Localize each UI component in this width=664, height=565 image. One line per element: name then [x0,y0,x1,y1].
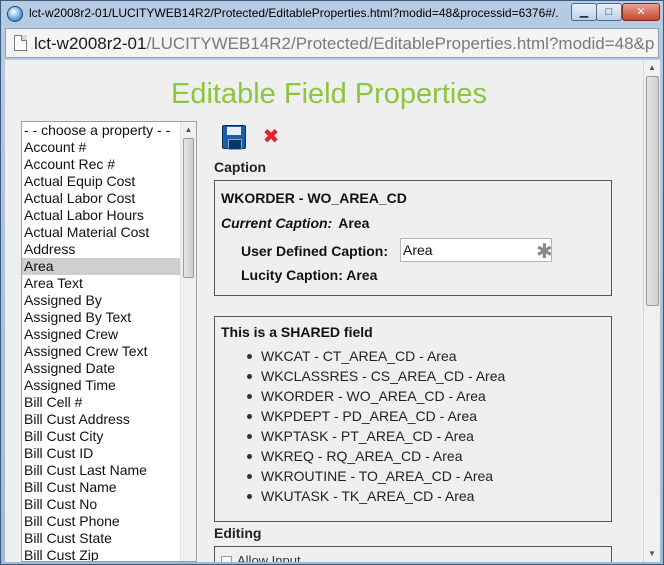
shared-field-text: WKCAT - CT_AREA_CD - Area [261,348,457,364]
field-identifier: WKORDER - WO_AREA_CD [221,190,407,206]
shared-field-item: WKREQ - RQ_AREA_CD - Area [239,446,505,466]
property-option[interactable]: Assigned Crew Text [22,343,180,360]
bullet-icon [247,354,252,359]
property-option[interactable]: Area Text [22,275,180,292]
bullet-icon [247,374,252,379]
property-option[interactable]: Actual Labor Hours [22,207,180,224]
scroll-up-icon[interactable]: ▲ [644,60,660,76]
property-option[interactable]: Bill Cust ID [22,445,180,462]
property-option[interactable]: Bill Cust Zip [22,547,180,561]
bullet-icon [247,494,252,499]
bullet-icon [247,474,252,479]
property-option[interactable]: Assigned By Text [22,309,180,326]
shared-field-item: WKROUTINE - TO_AREA_CD - Area [239,466,505,486]
property-option[interactable]: Bill Cust Phone [22,513,180,530]
url-host: lct-w2008r2-01 [34,34,147,53]
property-option[interactable]: Bill Cust Name [22,479,180,496]
maximize-button[interactable]: □ [596,3,622,21]
property-option[interactable]: Account Rec # [22,156,180,173]
shared-field-panel: This is a SHARED field WKCAT - CT_AREA_C… [214,316,612,522]
property-option[interactable]: - - choose a property - - [22,122,180,139]
caption-section-label: Caption [214,159,267,175]
allow-input-checkbox[interactable] [221,556,232,562]
property-list-scrollbar[interactable]: ▲ [180,122,196,561]
minimize-button[interactable]: ▁ [571,3,597,21]
property-option[interactable]: Assigned Date [22,360,180,377]
property-option[interactable]: Bill Cust No [22,496,180,513]
shared-field-text: WKORDER - WO_AREA_CD - Area [261,388,486,404]
browser-icon [7,6,23,22]
caption-panel: WKORDER - WO_AREA_CD Current Caption: Are… [214,180,612,296]
property-option[interactable]: Actual Labor Cost [22,190,180,207]
user-defined-caption-label: User Defined Caption: [241,243,389,259]
browser-window: lct-w2008r2-01/LUCITYWEB14R2/Protected/E… [0,0,664,565]
scroll-up-icon[interactable]: ▲ [181,122,196,137]
delete-button[interactable]: ✖ [261,127,281,147]
property-option[interactable]: Account # [22,139,180,156]
title-bar[interactable]: lct-w2008r2-01/LUCITYWEB14R2/Protected/E… [1,1,663,27]
page-title: Editable Field Properties [171,78,487,110]
property-option[interactable]: Area [22,258,180,275]
bullet-icon [247,414,252,419]
url-text[interactable]: lct-w2008r2-01/LUCITYWEB14R2/Protected/E… [34,34,654,54]
save-button[interactable] [221,124,247,150]
shared-field-item: WKPDEPT - PD_AREA_CD - Area [239,406,505,426]
current-caption-label: Current Caption: [221,215,333,231]
window-title: lct-w2008r2-01/LUCITYWEB14R2/Protected/E… [29,6,559,20]
red-x-icon: ✖ [262,126,280,148]
close-button[interactable]: ✕ [622,3,660,21]
shared-field-list: WKCAT - CT_AREA_CD - Area WKCLASSRES - CS… [239,346,505,506]
shared-field-text: WKROUTINE - TO_AREA_CD - Area [261,468,494,484]
property-option[interactable]: Assigned By [22,292,180,309]
scroll-thumb[interactable] [183,138,194,278]
asterisk-icon: ✱ [536,241,553,263]
page-icon [14,35,27,51]
property-option[interactable]: Assigned Time [22,377,180,394]
property-option[interactable]: Bill Cust Address [22,411,180,428]
editing-section-label: Editing [214,525,262,541]
bullet-icon [247,434,252,439]
shared-field-item: WKORDER - WO_AREA_CD - Area [239,386,505,406]
scroll-thumb[interactable] [646,76,659,306]
property-option[interactable]: Assigned Crew [22,326,180,343]
shared-field-text: WKCLASSRES - CS_AREA_CD - Area [261,368,506,384]
current-caption: Current Caption: Area [221,215,369,231]
address-bar[interactable]: lct-w2008r2-01/LUCITYWEB14R2/Protected/E… [5,28,659,58]
property-option[interactable]: Actual Equip Cost [22,173,180,190]
page-content: Editable Field Properties - - choose a p… [5,60,643,562]
url-path: /LUCITYWEB14R2/Protected/EditablePropert… [146,34,654,53]
property-option[interactable]: Bill Cell # [22,394,180,411]
shared-field-title: This is a SHARED field [221,324,373,340]
page-scrollbar[interactable]: ▲ ▼ [643,60,660,562]
property-option[interactable]: Bill Cust City [22,428,180,445]
shared-field-item: WKPTASK - PT_AREA_CD - Area [239,426,505,446]
shared-field-item: WKCAT - CT_AREA_CD - Area [239,346,505,366]
user-defined-caption-input[interactable] [400,238,552,262]
property-option[interactable]: Address [22,241,180,258]
scroll-down-icon[interactable]: ▼ [644,546,660,562]
property-list[interactable]: - - choose a property - - Account # Accoun… [21,121,197,562]
shared-field-item: WKCLASSRES - CS_AREA_CD - Area [239,366,505,386]
shared-field-text: WKUTASK - TK_AREA_CD - Area [261,488,475,504]
allow-input-label: Allow Input [237,553,301,562]
lucity-caption: Lucity Caption: Area [241,267,378,283]
property-option[interactable]: Bill Cust Last Name [22,462,180,479]
editing-panel: Allow Input [214,546,612,562]
property-option[interactable]: Actual Material Cost [22,224,180,241]
current-caption-value: Area [338,215,370,231]
shared-field-item: WKUTASK - TK_AREA_CD - Area [239,486,505,506]
bullet-icon [247,454,252,459]
bullet-icon [247,394,252,399]
shared-field-text: WKPTASK - PT_AREA_CD - Area [261,428,474,444]
shared-field-text: WKREQ - RQ_AREA_CD - Area [261,448,463,464]
shared-field-text: WKPDEPT - PD_AREA_CD - Area [261,408,478,424]
toolbar: ✖ [221,124,301,152]
property-option[interactable]: Bill Cust State [22,530,180,547]
floppy-disk-icon [222,125,246,150]
